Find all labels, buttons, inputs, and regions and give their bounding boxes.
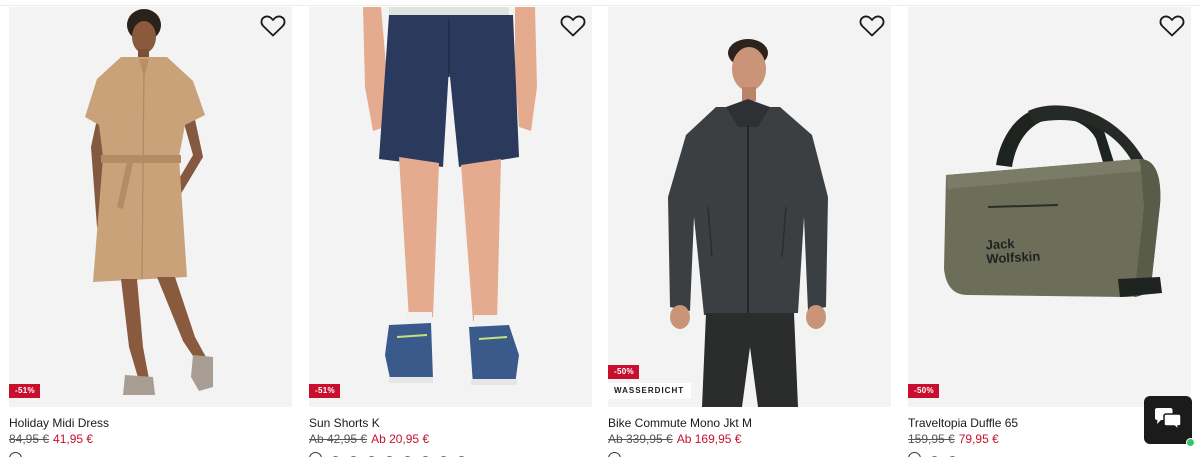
product-name[interactable]: Traveltopia Duffle 65	[908, 416, 1018, 430]
product-card[interactable]: -50% WASSERDICHT Bike Commute Mono Jkt M…	[608, 7, 891, 457]
duffle-bag-illustration	[908, 7, 1191, 407]
product-price: Ab 339,95 € Ab 169,95 €	[608, 432, 741, 446]
original-price: Ab 339,95 €	[608, 432, 673, 446]
online-status-dot	[1186, 438, 1195, 447]
product-grid: -51% Holiday Midi Dress 84,95 €41,95 € -…	[9, 7, 1191, 457]
heart-outline-icon	[1159, 15, 1185, 37]
color-swatch[interactable]	[9, 452, 22, 457]
discount-badge: -50%	[908, 384, 939, 398]
original-price: 159,95 €	[908, 432, 955, 446]
product-price: Ab 42,95 € Ab 20,95 €	[309, 432, 429, 446]
feature-tag: WASSERDICHT	[608, 383, 692, 399]
product-price: 159,95 €79,95 €	[908, 432, 999, 446]
discount-badge: -50%	[608, 365, 639, 379]
color-swatches	[309, 452, 466, 457]
product-card[interactable]: -51% Sun Shorts K Ab 42,95 € Ab 20,95 €	[309, 7, 592, 457]
wishlist-button[interactable]	[260, 14, 286, 38]
chat-button[interactable]	[1144, 396, 1192, 444]
discount-badge: -51%	[309, 384, 340, 398]
color-swatches	[9, 452, 22, 457]
color-swatch[interactable]	[608, 452, 621, 457]
brand-logo-line: Wolfskin	[985, 248, 1041, 267]
product-image[interactable]: Jack Wolfskin -50%	[908, 7, 1191, 407]
product-name[interactable]: Bike Commute Mono Jkt M	[608, 416, 752, 430]
color-swatches	[608, 452, 621, 457]
product-image[interactable]: -51%	[9, 7, 292, 407]
dress-model-illustration	[9, 7, 292, 407]
chat-bubbles-icon	[1155, 408, 1182, 433]
shorts-model-illustration	[309, 7, 592, 407]
color-swatch[interactable]	[309, 452, 322, 457]
product-name[interactable]: Sun Shorts K	[309, 416, 380, 430]
wishlist-button[interactable]	[560, 14, 586, 38]
product-card[interactable]: Jack Wolfskin -50% Traveltopia Duffle 65…	[908, 7, 1191, 457]
wishlist-button[interactable]	[859, 14, 885, 38]
heart-outline-icon	[260, 15, 286, 37]
original-price: 84,95 €	[9, 432, 50, 446]
color-swatches	[908, 452, 957, 457]
sale-price: Ab 169,95 €	[676, 432, 742, 446]
product-card[interactable]: -51% Holiday Midi Dress 84,95 €41,95 €	[9, 7, 292, 457]
product-name[interactable]: Holiday Midi Dress	[9, 416, 109, 430]
original-price: Ab 42,95 €	[309, 432, 368, 446]
top-divider	[0, 5, 1200, 6]
wishlist-button[interactable]	[1159, 14, 1185, 38]
product-price: 84,95 €41,95 €	[9, 432, 93, 446]
jacket-model-illustration	[608, 7, 891, 407]
sale-price: 41,95 €	[53, 432, 94, 446]
discount-badge: -51%	[9, 384, 40, 398]
heart-outline-icon	[560, 15, 586, 37]
sale-price: 79,95 €	[958, 432, 999, 446]
brand-logo: Jack Wolfskin	[985, 236, 1041, 267]
sale-price: Ab 20,95 €	[371, 432, 430, 446]
product-image[interactable]: -51%	[309, 7, 592, 407]
heart-outline-icon	[859, 15, 885, 37]
product-image[interactable]: -50% WASSERDICHT	[608, 7, 891, 407]
color-swatch[interactable]	[908, 452, 921, 457]
